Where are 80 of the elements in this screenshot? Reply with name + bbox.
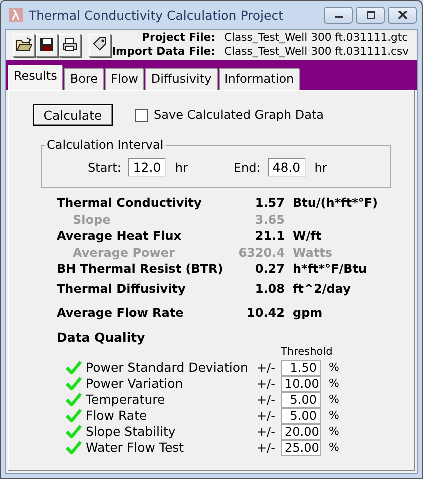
result-unit: W/ft [293, 228, 323, 244]
quality-label: Power Variation [86, 376, 184, 392]
percent-label: % [328, 408, 340, 424]
tab[interactable]: Bore [64, 68, 104, 90]
quality-label: Slope Stability [86, 424, 177, 440]
quality-label: Power Standard Deviation [86, 360, 250, 376]
tag-button[interactable] [89, 34, 111, 56]
result-value: 10.42 [246, 305, 285, 322]
tolerance-sign: +/- [257, 376, 276, 392]
percent-label: % [328, 392, 340, 408]
result-label: Average Power [72, 244, 176, 261]
result-value: 6320.4 [238, 244, 285, 261]
open-folder-button[interactable] [13, 34, 35, 56]
end-label: End: [234, 160, 261, 174]
result-unit: h*ft*°F/Btu [293, 261, 368, 278]
threshold-field[interactable]: 5.00 [281, 408, 321, 424]
printer-button[interactable] [58, 34, 81, 56]
tab[interactable]: Information [218, 68, 300, 90]
file-name: Class_Test_Well 300 ft.031111.csv [224, 45, 409, 59]
window-title: Thermal Conductivity Calculation Project [29, 8, 284, 22]
open-folder-icon [16, 37, 32, 53]
result-value: 1.57 [254, 195, 285, 212]
result-label: Slope [72, 212, 112, 228]
start-label: Start: [88, 160, 122, 174]
file-label: Import Data File: [112, 45, 216, 59]
tolerance-sign: +/- [257, 360, 276, 376]
result-unit: Watts [293, 244, 334, 261]
tolerance-sign: +/- [257, 408, 276, 424]
calculate-button[interactable]: Calculate [33, 104, 113, 126]
quality-label: Water Flow Test [86, 440, 186, 456]
tolerance-sign: +/- [257, 392, 276, 408]
save-button[interactable] [36, 34, 58, 56]
result-label: Thermal Diffusivity [57, 280, 187, 297]
tag-icon [92, 37, 108, 53]
result-value: 3.65 [254, 212, 285, 228]
start-field[interactable]: 12.0 [128, 158, 166, 177]
percent-label: % [328, 360, 340, 376]
result-label: Thermal Conductivity [57, 195, 203, 212]
tolerance-sign: +/- [257, 424, 276, 440]
checkbox-label: Save Calculated Graph Data [154, 108, 324, 122]
printer-icon [62, 37, 78, 53]
column-header: Threshold [281, 346, 334, 358]
checkbox[interactable] [135, 108, 148, 122]
result-value: 21.1 [254, 228, 285, 244]
unit-label: hr [175, 160, 188, 174]
tab[interactable]: Flow [104, 68, 144, 90]
group-title: Calculation Interval [46, 138, 165, 152]
threshold-field[interactable]: 25.00 [281, 440, 321, 456]
tab[interactable]: Results [8, 65, 64, 90]
unit-label: hr [314, 160, 328, 174]
close-icon [398, 11, 408, 19]
result-unit: Btu/(h*ft*°F) [293, 195, 380, 212]
maximize-button[interactable] [356, 6, 385, 24]
result-label: Average Heat Flux [57, 228, 183, 244]
quality-label: Flow Rate [86, 408, 148, 424]
result-unit: ft^2/day [293, 280, 352, 297]
result-value: 1.08 [254, 280, 285, 297]
percent-label: % [328, 376, 340, 392]
result-label: Average Flow Rate [57, 305, 185, 322]
close-button[interactable] [388, 6, 417, 24]
maximize-icon [366, 11, 376, 19]
file-label: Project File: [141, 31, 216, 45]
tab[interactable]: Diffusivity [145, 68, 218, 90]
file-name: Class_Test_Well 300 ft.031111.gtc [224, 31, 409, 45]
threshold-field[interactable]: 1.50 [281, 360, 321, 376]
percent-label: % [328, 440, 340, 456]
tolerance-sign: +/- [257, 440, 276, 456]
section-title: Data Quality [57, 330, 146, 344]
minimize-button[interactable] [324, 6, 353, 24]
threshold-field[interactable]: 20.00 [281, 424, 321, 440]
threshold-field[interactable]: 5.00 [281, 392, 321, 408]
threshold-field[interactable]: 10.00 [281, 376, 321, 392]
result-label: BH Thermal Resist (BTR) [57, 261, 224, 278]
end-field[interactable]: 48.0 [268, 158, 306, 177]
save-icon [38, 37, 55, 53]
result-value: 0.27 [254, 261, 285, 278]
result-unit: gpm [293, 305, 324, 322]
app-icon [9, 8, 23, 22]
quality-label: Temperature [86, 392, 166, 408]
percent-label: % [328, 424, 340, 440]
